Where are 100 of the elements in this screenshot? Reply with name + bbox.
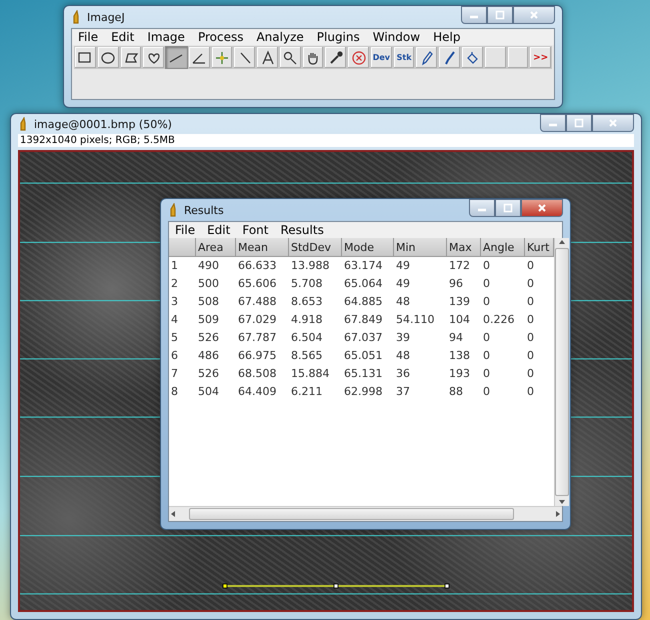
table-cell-text: 5.708 [290,276,324,292]
table-cell-text: 3 [170,294,179,310]
vertical-scrollbar[interactable] [554,238,569,506]
table-cell-text: 0 [482,330,491,346]
table-cell-text: 0 [482,366,491,382]
table-cell-text: 0 [482,258,491,274]
column-header[interactable]: Mean [236,238,289,257]
tool-button[interactable] [415,46,438,69]
table-cell-text: 7 [170,366,179,382]
horizontal-scrollbar[interactable] [169,506,562,521]
maximize-button[interactable] [495,199,521,217]
window-title: image@0001.bmp (50%) [34,118,172,130]
maximize-button[interactable] [566,114,592,132]
crosshair-icon [214,50,230,66]
table-cell-text: 504 [197,384,220,400]
table-cell-text: 0 [526,294,535,310]
tool-button[interactable] [278,46,302,69]
table-cell-text: 526 [197,330,220,346]
table-cell-text: 8.653 [290,294,324,310]
table-cell-text: 65.606 [237,276,278,292]
table-cell-text: 48 [395,294,411,310]
maximize-button[interactable] [487,6,513,24]
table-cell-text: 64.409 [237,384,278,400]
toolbar-button[interactable]: Stk [392,46,416,69]
menu-item[interactable]: Font [242,223,268,237]
table-cell-text: 66.975 [237,348,278,364]
table-cell-text: 4.918 [290,312,324,328]
column-header[interactable]: Angle [481,238,525,257]
table-cell-text: 68.508 [237,366,278,382]
table-cell-text: 0 [482,276,491,292]
table-cell-text: 64.885 [343,294,384,310]
minimize-button[interactable] [469,199,495,217]
table-cell-text: 4 [170,312,179,328]
close-button[interactable] [592,114,634,132]
close-button[interactable] [521,199,563,217]
close-icon [608,118,618,128]
rectangle-icon [77,50,94,66]
menu-item[interactable]: Process [198,30,244,44]
table-cell-text: 0 [526,258,535,274]
tool-button[interactable] [120,46,142,69]
tool-button[interactable] [188,46,211,69]
scroll-up-icon [558,238,566,246]
table-cell-text: 0 [482,294,491,310]
menu-item[interactable]: Edit [207,223,230,237]
table-cell-text: 5 [170,330,179,346]
tool-button[interactable] [96,46,120,69]
minimize-button[interactable] [461,6,487,24]
menu-item[interactable]: Edit [111,30,134,44]
app-icon [71,10,81,24]
column-header[interactable]: Max [447,238,481,257]
table-cell-text: 139 [448,294,471,310]
tool-button[interactable] [142,46,166,69]
menu-item[interactable]: Analyze [256,30,304,44]
scroll-left-icon [169,510,177,518]
table-cell-text: 0 [526,348,535,364]
window-title: Results [184,204,224,216]
toolbar-button[interactable]: Dev [370,46,393,69]
table-cell-text: 62.998 [343,384,384,400]
toolbar-button[interactable]: >> [529,46,552,69]
minimize-button[interactable] [540,114,566,132]
table-cell-text: 15.884 [290,366,330,382]
close-icon [537,203,547,213]
column-header[interactable]: Kurt [525,238,554,257]
app-icon [18,117,28,131]
menu-item[interactable]: Help [433,30,460,44]
tool-button[interactable] [233,46,256,69]
tool-button[interactable] [438,46,462,69]
column-header[interactable]: Area [196,238,236,257]
table-cell-text: 94 [448,330,464,346]
menu-item[interactable]: Window [372,30,420,44]
table-cell-text: 508 [197,294,220,310]
column-header[interactable]: Min [394,238,447,257]
menu-item[interactable]: File [175,223,196,237]
table-cell-text: 54.110 [395,312,436,328]
table-cell-text: 88 [448,384,464,400]
menu-item[interactable]: File [78,30,98,44]
column-header[interactable]: Mode [342,238,394,257]
table-cell-text: 67.787 [237,330,278,346]
window-title: ImageJ [87,10,125,24]
close-button[interactable] [513,6,555,24]
table-cell-text: 1 [170,258,179,274]
dropper-icon [328,50,344,66]
tool-button[interactable] [461,46,484,69]
menu-item[interactable]: Image [147,30,185,44]
table-cell-text: 0 [526,312,535,328]
tool-button[interactable] [74,46,97,69]
table-cell-text: 104 [448,312,471,328]
tool-button[interactable] [324,46,348,69]
maximize-icon [495,10,505,20]
table-cell-text: 48 [395,348,411,364]
column-header[interactable]: StdDev [289,238,342,257]
table-cell-text: 39 [395,330,411,346]
menu-item[interactable]: Results [280,223,324,237]
table-cell-text: 8 [170,384,179,400]
tool-button[interactable] [302,46,324,69]
tool-button[interactable] [256,46,279,69]
table-cell-text: 193 [448,366,471,382]
table-cell-text: 6.504 [290,330,324,346]
menu-item[interactable]: Plugins [316,30,360,44]
line-selection[interactable] [222,582,450,590]
